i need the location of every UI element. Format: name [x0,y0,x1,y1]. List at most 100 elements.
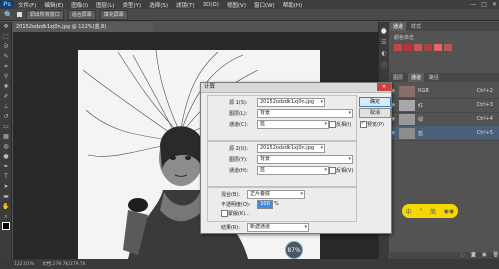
blend-select[interactable]: 正片叠底 [247,190,305,199]
show-all-windows-button[interactable]: 调出所有窗口 [25,9,64,20]
ok-button[interactable]: 确定 [359,97,391,107]
channel-row-red[interactable]: ◉ 红 Ctrl+3 [390,98,499,113]
preview-checkbox[interactable] [360,120,367,128]
zoom-icon[interactable]: ⌕ [0,212,12,222]
dialog-title-bar: 计算 ✕ [201,83,391,93]
menu-help[interactable]: 帮助(H) [279,1,306,9]
channel-row-blue[interactable]: ◉ 蓝 Ctrl+5 [390,126,499,141]
opacity-input[interactable]: 100 [257,200,273,209]
lasso-tool-icon[interactable]: ᘐ [0,42,12,52]
menu-type[interactable]: 类型(Y) [119,1,146,9]
panel-sub-label: 颜色单击 [394,35,415,41]
invert2-checkbox[interactable] [329,167,336,174]
layer1-select[interactable]: 背景 [257,109,353,118]
tab-styles[interactable]: 样式 [408,22,424,31]
channel1-label: 通道(C): [229,122,249,128]
move-tool-icon[interactable]: ✥ [0,22,12,32]
channel-thumbnail [399,127,415,139]
history-panel-icon[interactable]: ⌚ [379,28,389,35]
layer2-select[interactable]: 背景 [257,155,353,164]
load-selection-icon[interactable]: ◌ [461,252,465,259]
result-select[interactable]: 新建通道 [247,223,309,232]
invert1-label: 反相(I) [336,122,352,128]
brush-tool-icon[interactable]: ✐ [0,92,12,102]
minimize-icon[interactable]: — [470,1,476,8]
delete-channel-icon[interactable]: 🗑 [493,252,499,259]
color-swatches-icon[interactable] [0,222,12,232]
channel-name: 蓝 [418,130,424,137]
crop-tool-icon[interactable]: ⌗ [0,62,12,72]
channel1-select[interactable]: 蓝 [257,120,329,129]
eraser-tool-icon[interactable]: ▭ [0,122,12,132]
tab-paths[interactable]: 路径 [426,73,442,82]
new-channel-icon[interactable]: ▣ [482,252,487,259]
menu-window[interactable]: 窗口(W) [250,1,279,9]
mask-label: 蒙版(K)... [228,211,250,217]
path-select-tool-icon[interactable]: ➤ [0,182,12,192]
ime-chinese-mode[interactable]: 中 [406,207,412,216]
adjust-panel-icon[interactable]: ◐ [379,50,389,57]
history-brush-icon[interactable]: ↺ [0,112,12,122]
channel-thumbnail [399,85,415,97]
dialog-title: 计算 [204,84,216,90]
document-tab[interactable]: 20152odzdk1xj0n.jpg @ 122%(蓝,8) [13,22,153,32]
save-selection-icon[interactable]: ◙ [471,252,476,259]
source2-select[interactable]: 20152odzdk1xj0n.jpg [257,144,325,153]
channel-shortcut: Ctrl+2 [476,88,493,94]
stamp-tool-icon[interactable]: ⊥ [0,102,12,112]
zoom-tool-icon[interactable]: 🔍 [4,11,13,19]
swatch-icon[interactable] [444,44,452,51]
blur-tool-icon[interactable]: ◍ [0,142,12,152]
menu-select[interactable]: 选择(S) [145,1,172,9]
dodge-tool-icon[interactable]: ● [0,152,12,162]
swatch-icon[interactable] [404,44,412,51]
layers-tabs: 图层 通道 路径 [390,73,499,82]
maximize-icon[interactable]: □ [481,1,487,8]
mask-checkbox[interactable] [221,210,228,217]
info-panel-icon[interactable]: ⓘ [379,61,389,70]
tab-channels-lower[interactable]: 通道 [407,73,424,82]
text-tool-icon[interactable]: T [0,172,12,182]
tab-layers[interactable]: 图层 [390,73,406,82]
menu-view[interactable]: 视图(V) [223,1,250,9]
dialog-close-icon[interactable]: ✕ [377,83,391,91]
menu-3d[interactable]: 3D(D) [199,2,223,8]
panel-tabs-top: 通道 样式 [390,22,499,31]
hand-tool-icon[interactable]: ✋ [0,202,12,212]
ime-simplified[interactable]: 简 [430,207,436,216]
eyedropper-tool-icon[interactable]: ⚲ [0,72,12,82]
marquee-tool-icon[interactable]: ⬚ [0,32,12,42]
ime-toolbar[interactable]: 中 ° 简 ◉◉ [402,204,458,218]
swatch-icon[interactable] [434,44,442,51]
properties-panel-icon[interactable]: ☰ [379,39,389,46]
option-checkbox[interactable] [16,12,22,17]
healing-tool-icon[interactable]: ✚ [0,82,12,92]
menu-filter[interactable]: 滤镜(T) [172,1,199,9]
ime-mascot-icon[interactable]: ◉◉ [444,208,454,215]
invert1-checkbox[interactable] [329,121,336,128]
right-panel: 通道 样式 颜色单击 图层 通道 路径 ◉ RGB Ctrl+2 ◉ 红 Ctr… [390,22,499,259]
channel-row-green[interactable]: ◉ 绿 Ctrl+4 [390,112,499,127]
menu-file[interactable]: 文件(F) [14,1,40,9]
swatch-icon[interactable] [414,44,422,51]
channel2-label: 通道(H): [229,168,249,174]
zoom-level[interactable]: 122.01% [14,262,34,267]
tab-channels[interactable]: 通道 [390,22,407,31]
close-icon[interactable]: ✕ [492,1,497,8]
channel-row-rgb[interactable]: ◉ RGB Ctrl+2 [390,84,499,99]
quick-select-tool-icon[interactable]: ✎ [0,52,12,62]
cancel-button[interactable]: 取消 [359,108,391,118]
ime-punctuation[interactable]: ° [419,208,422,215]
swatch-icon[interactable] [394,44,402,51]
fill-screen-button[interactable]: 填充屏幕 [99,9,128,20]
source1-select[interactable]: 20152odzdk1xj0n.jpg [257,98,325,107]
pen-tool-icon[interactable]: ✒ [0,162,12,172]
menu-edit[interactable]: 编辑(E) [40,1,67,9]
menu-layer[interactable]: 图层(L) [92,1,118,9]
shape-tool-icon[interactable]: ▬ [0,192,12,202]
menu-image[interactable]: 图像(I) [67,1,92,9]
gradient-tool-icon[interactable]: ▦ [0,132,12,142]
channel2-select[interactable]: 蓝 [257,166,329,175]
swatch-icon[interactable] [424,44,432,51]
fit-screen-button[interactable]: 适合屏幕 [67,9,96,20]
